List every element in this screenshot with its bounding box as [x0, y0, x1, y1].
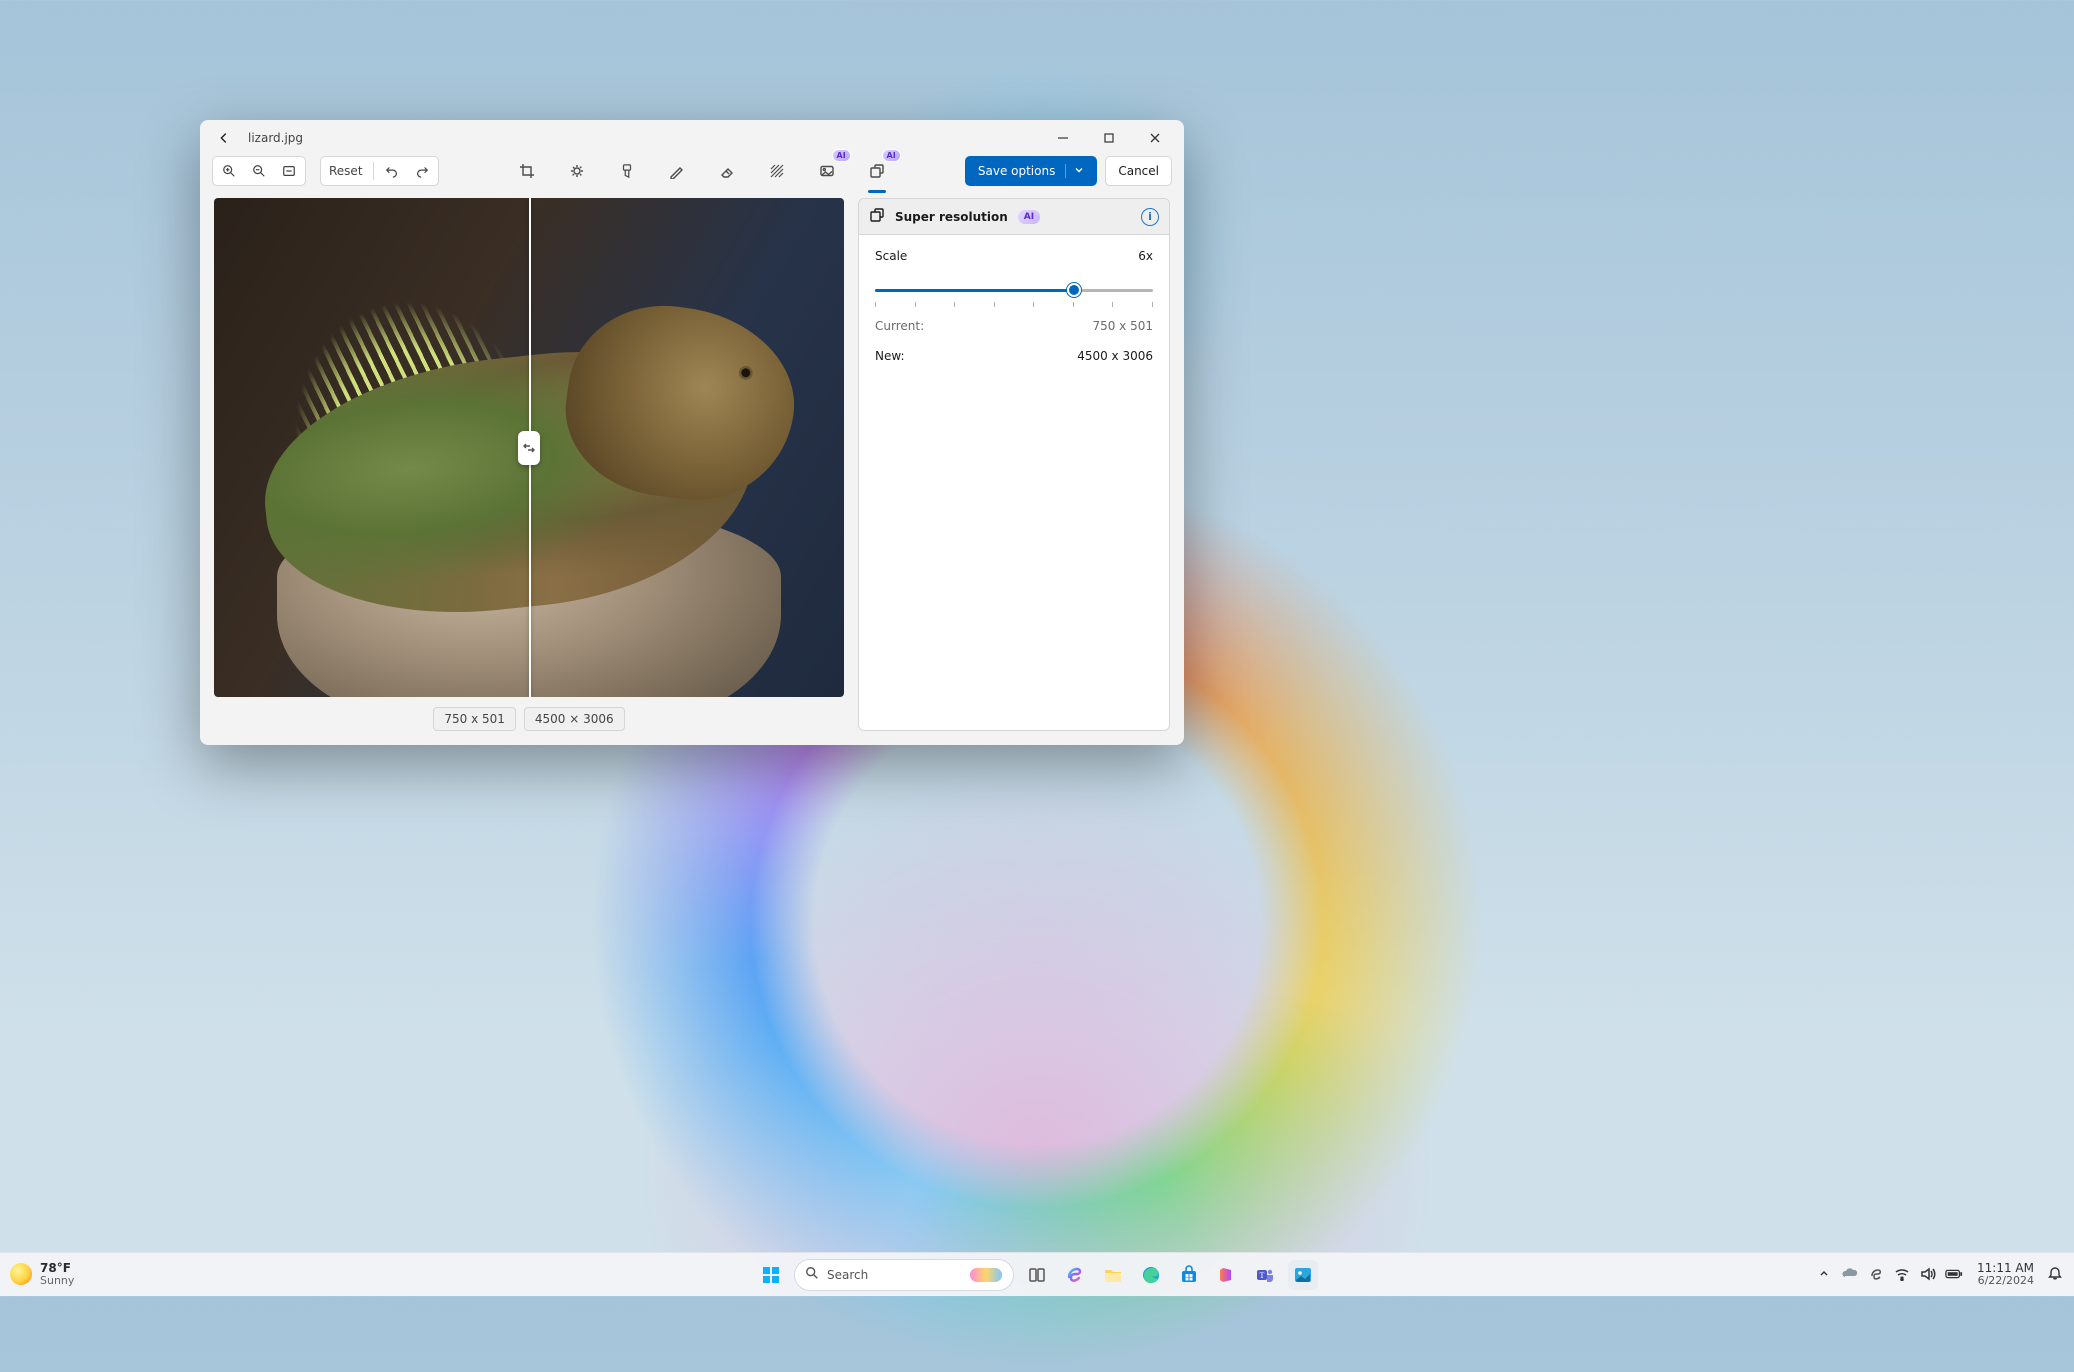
- search-art-icon: [969, 1266, 1003, 1284]
- back-button[interactable]: [210, 124, 238, 152]
- m365-button[interactable]: [1212, 1260, 1242, 1290]
- teams-button[interactable]: T: [1250, 1260, 1280, 1290]
- photos-button[interactable]: [1288, 1260, 1318, 1290]
- erase-tool[interactable]: [711, 155, 743, 187]
- notifications-icon[interactable]: [2046, 1265, 2064, 1283]
- zoom-group: [212, 156, 306, 186]
- adjust-tool[interactable]: [561, 155, 593, 187]
- canvas-wrap: 750 x 501 4500 × 3006: [214, 198, 844, 731]
- markup-tool[interactable]: [661, 155, 693, 187]
- save-options-label: Save options: [978, 164, 1055, 178]
- size-pills: 750 x 501 4500 × 3006: [214, 707, 844, 731]
- panel-ai-badge: AI: [1018, 210, 1040, 224]
- copilot-button[interactable]: [1060, 1260, 1090, 1290]
- current-row: Current: 750 x 501: [875, 319, 1153, 333]
- crop-tool[interactable]: [511, 155, 543, 187]
- weather-condition: Sunny: [40, 1275, 74, 1287]
- ai-badge: AI: [832, 149, 851, 162]
- history-group: Reset: [320, 156, 439, 186]
- edge-button[interactable]: [1136, 1260, 1166, 1290]
- minimize-button[interactable]: [1040, 120, 1086, 156]
- tool-tabs: AI AI: [511, 155, 893, 187]
- taskbar: 78°F Sunny Search T 11:11 AM: [0, 1252, 2074, 1296]
- new-row: New: 4500 x 3006: [875, 349, 1153, 363]
- titlebar: lizard.jpg: [200, 120, 1184, 156]
- svg-text:T: T: [1260, 1271, 1265, 1280]
- zoom-out-button[interactable]: [245, 158, 273, 184]
- weather-widget[interactable]: 78°F Sunny: [10, 1262, 74, 1286]
- window-controls: [1040, 120, 1178, 156]
- ai-badge: AI: [882, 149, 901, 162]
- copilot-tray-icon[interactable]: [1867, 1265, 1885, 1283]
- panel-header: Super resolution AI i: [859, 199, 1169, 235]
- onedrive-icon[interactable]: [1841, 1265, 1859, 1283]
- maximize-button[interactable]: [1086, 120, 1132, 156]
- undo-button[interactable]: [378, 158, 406, 184]
- new-value: 4500 x 3006: [1077, 349, 1153, 363]
- start-button[interactable]: [756, 1260, 786, 1290]
- close-button[interactable]: [1132, 120, 1178, 156]
- scale-label: Scale: [875, 249, 907, 263]
- generative-ai-tool[interactable]: AI: [811, 155, 843, 187]
- file-name: lizard.jpg: [248, 131, 303, 145]
- panel-body: Scale 6x Current: 750 x 501 New:: [859, 235, 1169, 377]
- search-icon: [805, 1266, 819, 1283]
- scale-value: 6x: [1138, 249, 1153, 263]
- panel-icon: [869, 207, 885, 226]
- taskbar-clock[interactable]: 11:11 AM 6/22/2024: [1977, 1262, 2034, 1286]
- battery-icon[interactable]: [1945, 1265, 1963, 1283]
- volume-icon[interactable]: [1919, 1265, 1937, 1283]
- chevron-down-icon: [1065, 164, 1084, 178]
- fit-to-screen-button[interactable]: [275, 158, 303, 184]
- redo-button[interactable]: [408, 158, 436, 184]
- reset-button[interactable]: Reset: [323, 158, 369, 184]
- super-resolution-tool[interactable]: AI: [861, 155, 893, 187]
- photos-window: lizard.jpg Reset: [200, 120, 1184, 745]
- panel-title: Super resolution: [895, 210, 1008, 224]
- original-size-pill: 750 x 501: [433, 707, 516, 731]
- store-button[interactable]: [1174, 1260, 1204, 1290]
- taskbar-search[interactable]: Search: [794, 1259, 1014, 1291]
- action-buttons: Save options Cancel: [965, 156, 1172, 186]
- editor-toolbar: Reset AI AI: [200, 156, 1184, 192]
- desktop: lizard.jpg Reset: [0, 0, 2074, 1252]
- taskbar-center: Search T: [756, 1259, 1318, 1291]
- new-size-pill: 4500 × 3006: [524, 707, 625, 731]
- editor-content: 750 x 501 4500 × 3006 Super resolution A…: [200, 192, 1184, 745]
- clock-date: 6/22/2024: [1977, 1275, 2034, 1287]
- save-options-button[interactable]: Save options: [965, 156, 1097, 186]
- current-value: 750 x 501: [1092, 319, 1153, 333]
- new-label: New:: [875, 349, 905, 363]
- background-tool[interactable]: [761, 155, 793, 187]
- tray-chevron-icon[interactable]: [1815, 1265, 1833, 1283]
- system-tray: 11:11 AM 6/22/2024: [1815, 1262, 2064, 1286]
- zoom-in-button[interactable]: [215, 158, 243, 184]
- wifi-icon[interactable]: [1893, 1265, 1911, 1283]
- task-view-button[interactable]: [1022, 1260, 1052, 1290]
- scale-row: Scale 6x: [875, 249, 1153, 263]
- info-icon[interactable]: i: [1141, 208, 1159, 226]
- current-label: Current:: [875, 319, 924, 333]
- filter-tool[interactable]: [611, 155, 643, 187]
- explorer-button[interactable]: [1098, 1260, 1128, 1290]
- cancel-button[interactable]: Cancel: [1105, 156, 1172, 186]
- search-placeholder: Search: [827, 1268, 868, 1282]
- sun-icon: [10, 1263, 32, 1285]
- super-resolution-panel: Super resolution AI i Scale 6x: [858, 198, 1170, 731]
- scale-slider[interactable]: [875, 279, 1153, 303]
- image-canvas[interactable]: [214, 198, 844, 697]
- preview-right-half: [529, 198, 844, 697]
- compare-handle[interactable]: [518, 431, 540, 465]
